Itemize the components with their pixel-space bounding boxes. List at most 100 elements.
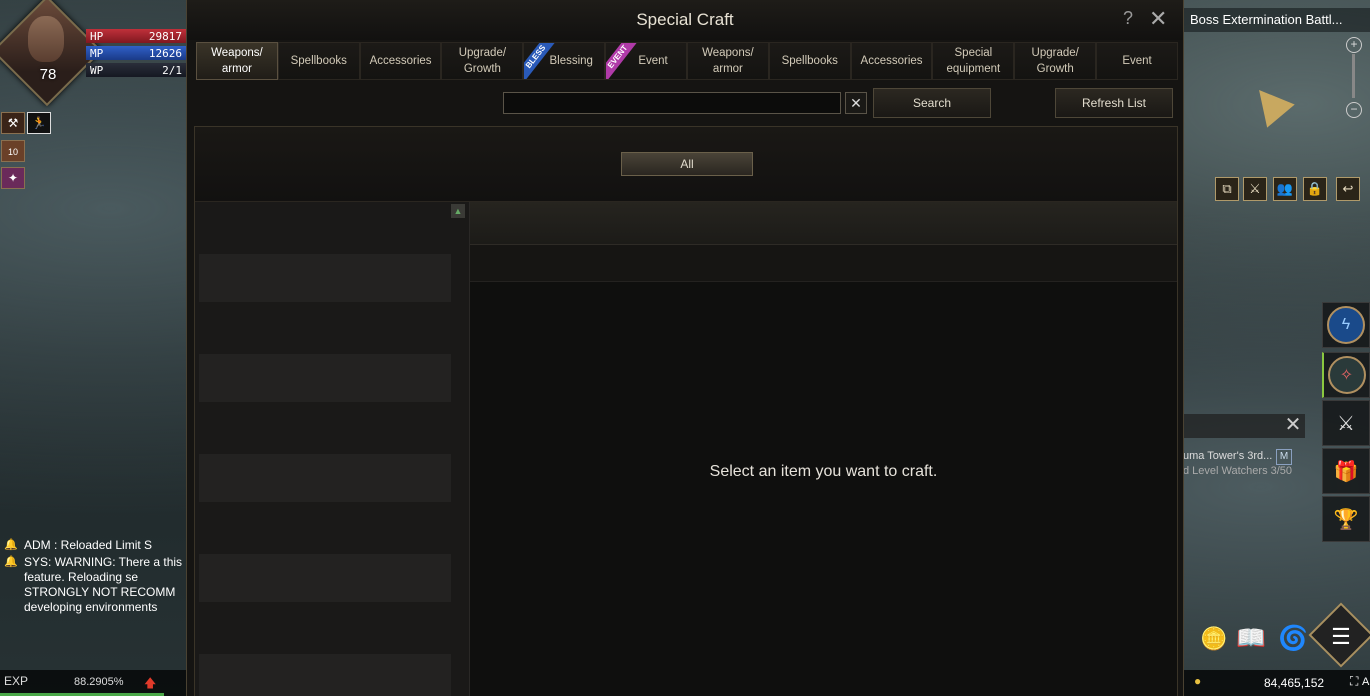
chat-line-text: ADM : Reloaded Limit S: [24, 538, 153, 552]
quest-type-badge: M: [1276, 449, 1292, 465]
search-button[interactable]: Search: [873, 88, 991, 118]
scroll-up-icon[interactable]: ▲: [451, 204, 465, 218]
tab-0[interactable]: Weapons/ armor: [196, 42, 278, 80]
tab-6[interactable]: Weapons/ armor: [686, 42, 769, 80]
trophy-icon: 🏆: [1333, 508, 1359, 531]
exp-percent: 88.2905%: [74, 676, 124, 688]
lightning-icon: ϟ: [1327, 306, 1365, 344]
currency-bar: ● 84,465,152 ⛶ A: [1184, 670, 1370, 696]
list-item[interactable]: [199, 654, 451, 696]
close-icon[interactable]: ✕: [1149, 6, 1167, 32]
quest-tracker-title[interactable]: uma Tower's 3rd...: [1183, 450, 1272, 462]
window-mode-icon[interactable]: ⧉: [1215, 177, 1239, 201]
tab-label: Accessories: [860, 55, 923, 67]
tab-label: Event: [638, 55, 668, 67]
wp-bar: WP 2/1: [86, 63, 186, 77]
boss-quest-title: Boss Extermination Battl...: [1190, 12, 1343, 27]
buff-icon-hammer[interactable]: ⚒: [1, 112, 25, 134]
wp-value: 2/1: [162, 63, 182, 77]
book-icon[interactable]: 📖: [1236, 624, 1266, 653]
lock-icon[interactable]: ⛶: [1350, 674, 1358, 689]
mp-label: MP: [90, 46, 104, 60]
player-level: 78: [39, 66, 57, 83]
buff-stack-count: 10: [7, 147, 18, 157]
crossed-swords-icon: ⚔: [1337, 412, 1355, 435]
tab-label: Spellbooks: [290, 55, 347, 67]
detail-body: [470, 282, 1177, 696]
tab-10[interactable]: Upgrade/ Growth: [1014, 42, 1097, 80]
list-item[interactable]: [199, 354, 451, 402]
buff-icon-swirl[interactable]: ✦: [1, 167, 25, 189]
zoom-out-icon[interactable]: −: [1346, 102, 1362, 118]
tab-8[interactable]: Accessories: [850, 42, 933, 80]
buff-icon-sprint[interactable]: 🏃: [27, 112, 51, 134]
tab-2[interactable]: Accessories: [359, 42, 442, 80]
hp-value: 29817: [148, 29, 182, 43]
combat-menu-button[interactable]: ⚔: [1322, 400, 1370, 446]
currency-suffix: A: [1362, 676, 1370, 688]
tab-ribbon: EVENT: [606, 43, 639, 79]
exp-label: EXP: [4, 674, 29, 688]
tab-label: Weapons/ armor: [211, 47, 263, 75]
close-icon[interactable]: ✕: [1282, 414, 1304, 436]
party-icon[interactable]: 👥: [1273, 177, 1297, 201]
special-craft-window: Special Craft ? ✕ Weapons/ armor Spellboo…: [186, 0, 1184, 696]
refresh-list-button[interactable]: Refresh List: [1055, 88, 1173, 118]
battle-icon[interactable]: ⚔: [1243, 177, 1267, 201]
lock-icon[interactable]: 🔒: [1303, 177, 1327, 201]
craft-panel: All ▲ Select an item you want to craft.: [194, 126, 1178, 696]
stats-menu-button[interactable]: ✧: [1322, 352, 1370, 398]
swirl-icon[interactable]: 🌀: [1278, 624, 1308, 653]
chat-line: 🔔 SYS: WARNING: There a this feature. Re…: [4, 555, 186, 615]
list-item[interactable]: [199, 254, 451, 302]
skill-menu-button[interactable]: ϟ: [1322, 302, 1370, 348]
chat-line-text: SYS: WARNING: There a this feature. Relo…: [24, 555, 183, 614]
list-item[interactable]: [199, 454, 451, 502]
gift-icon: 🎁: [1333, 460, 1359, 483]
achievement-menu-button[interactable]: 🏆: [1322, 496, 1370, 542]
tab-11[interactable]: Event: [1096, 42, 1178, 80]
tab-label: Upgrade/ Growth: [458, 47, 507, 75]
tab-label: Blessing: [549, 55, 593, 67]
mp-value: 12626: [148, 46, 182, 60]
player-map-arrow-icon: [1245, 78, 1295, 128]
clear-search-icon[interactable]: ✕: [845, 92, 867, 114]
coin-icon[interactable]: 🪙: [1200, 626, 1227, 652]
list-item[interactable]: [199, 554, 451, 602]
help-icon[interactable]: ?: [1123, 8, 1133, 29]
tab-9[interactable]: Special equipment: [932, 42, 1015, 80]
player-avatar: [28, 16, 64, 62]
tab-5[interactable]: EVENT Event: [605, 42, 687, 80]
craft-hint: Select an item you want to craft.: [709, 463, 938, 480]
gold-icon: ●: [1194, 674, 1202, 688]
buff-icon-stack[interactable]: 10: [1, 140, 25, 162]
tab-label: Accessories: [369, 55, 432, 67]
exp-up-arrow-icon[interactable]: 🡅: [144, 674, 156, 695]
detail-header: [470, 202, 1177, 245]
detail-subheader: [470, 245, 1177, 282]
category-tabs: Weapons/ armor Spellbooks Accessories Upgra…: [196, 42, 1178, 80]
wp-label: WP: [90, 63, 104, 77]
chat-line: 🔔 ADM : Reloaded Limit S: [4, 538, 186, 553]
search-input[interactable]: [503, 92, 841, 114]
tab-label: Upgrade/ Growth: [1031, 47, 1079, 75]
elements-icon: ✧: [1327, 356, 1366, 394]
window-title[interactable]: Special Craft: [187, 0, 1183, 40]
filter-all-button[interactable]: All: [621, 152, 753, 176]
filter-area: All: [195, 127, 1177, 202]
chat-log: 🔔 ADM : Reloaded Limit S 🔔 SYS: WARNING:…: [4, 538, 186, 617]
boss-quest-tab[interactable]: Boss Extermination Battl...: [1180, 8, 1370, 32]
currency-amount: 84,465,152: [1264, 676, 1325, 690]
recipe-list[interactable]: ▲: [195, 202, 470, 696]
tab-label: Spellbooks: [781, 55, 838, 67]
tab-1[interactable]: Spellbooks: [277, 42, 360, 80]
tab-3[interactable]: Upgrade/ Growth: [441, 42, 524, 80]
tab-4[interactable]: BLESS Blessing: [523, 42, 606, 80]
zoom-in-icon[interactable]: +: [1346, 37, 1362, 53]
tab-label: Weapons/ armor: [702, 47, 754, 75]
bell-icon: 🔔: [4, 539, 18, 551]
tab-7[interactable]: Spellbooks: [768, 42, 851, 80]
zoom-slider[interactable]: [1352, 54, 1355, 98]
gift-menu-button[interactable]: 🎁: [1322, 448, 1370, 494]
return-icon[interactable]: ↩: [1336, 177, 1360, 201]
